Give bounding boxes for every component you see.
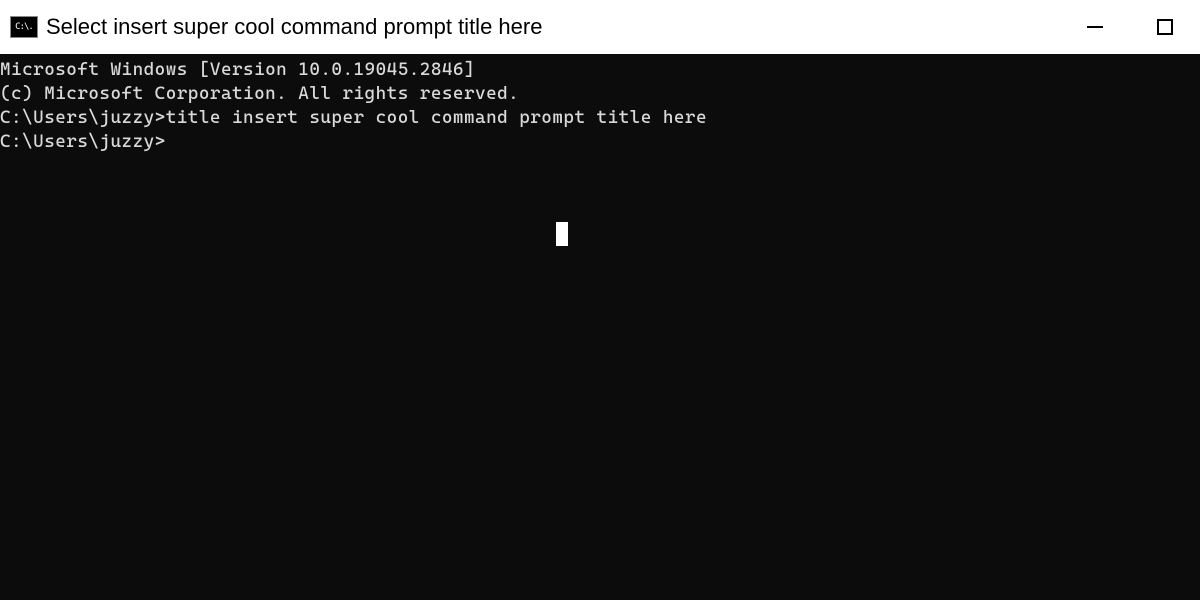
terminal-line: (c) Microsoft Corporation. All rights re… bbox=[0, 82, 1200, 106]
terminal-line: Microsoft Windows [Version 10.0.19045.28… bbox=[0, 58, 1200, 82]
terminal-cursor bbox=[556, 222, 568, 246]
titlebar[interactable]: C:\. Select insert super cool command pr… bbox=[0, 0, 1200, 54]
window-title: Select insert super cool command prompt … bbox=[46, 14, 542, 40]
minimize-button[interactable] bbox=[1060, 0, 1130, 54]
terminal-area[interactable]: Microsoft Windows [Version 10.0.19045.28… bbox=[0, 54, 1200, 600]
minimize-icon bbox=[1087, 26, 1103, 28]
maximize-button[interactable] bbox=[1130, 0, 1200, 54]
cmd-icon: C:\. bbox=[10, 16, 38, 38]
terminal-line: C:\Users\juzzy> bbox=[0, 130, 1200, 154]
command-prompt-window: C:\. Select insert super cool command pr… bbox=[0, 0, 1200, 600]
terminal-line: C:\Users\juzzy>title insert super cool c… bbox=[0, 106, 1200, 130]
window-controls bbox=[1060, 0, 1200, 54]
maximize-icon bbox=[1157, 19, 1173, 35]
